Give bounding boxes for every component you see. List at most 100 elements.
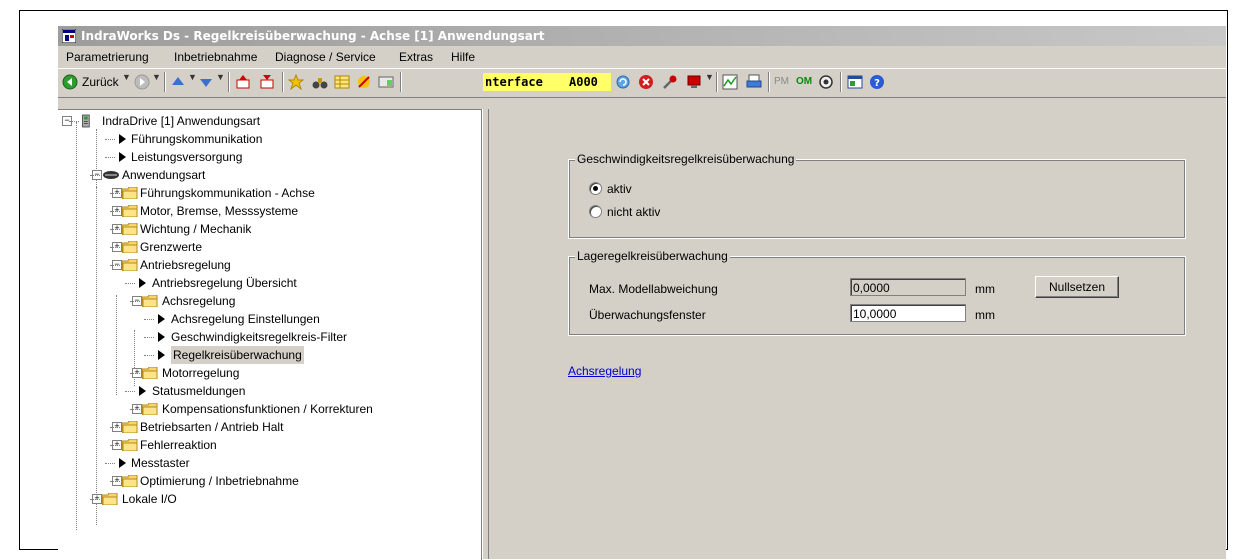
back-button-label[interactable]: Zurück [82,75,119,89]
menu-inbetriebnahme[interactable]: Inbetriebnahme [174,49,257,65]
help-info-icon[interactable]: ? [869,74,885,90]
tree-line [110,193,120,194]
tree-line [76,122,77,530]
play-arrow-icon [139,386,146,396]
down-dropdown-icon[interactable]: ▼ [216,72,225,82]
monitoring-window-unit: mm [975,308,995,322]
forward-arrow-icon[interactable] [134,74,150,90]
up-arrow-icon[interactable] [170,74,186,90]
tree-item-label[interactable]: Führungskommunikation - Achse [140,184,315,202]
up-dropdown-icon[interactable]: ▼ [188,72,197,82]
folder-icon [122,259,138,271]
tree-item-label[interactable]: Führungskommunikation [131,130,262,148]
tree-line [110,265,120,266]
om-button[interactable]: OM [796,76,812,87]
interface-address: A000 [569,75,598,89]
tree-line [110,247,120,248]
error-stop-icon[interactable] [638,74,654,90]
tree-item-label[interactable]: Achsregelung Einstellungen [171,310,320,328]
tree-item-label[interactable]: Messtaster [131,454,190,472]
menu-diagnose-service[interactable]: Diagnose / Service [275,49,376,65]
folder-icon [122,241,138,253]
tree-item-label[interactable]: Optimierung / Inbetriebnahme [140,472,299,490]
play-arrow-icon [119,152,126,162]
radio-nicht-aktiv[interactable] [589,205,602,218]
tree-line [125,283,135,284]
play-arrow-icon [139,278,146,288]
interface-display: nterface A000 [483,73,611,91]
tree-item-label[interactable]: Lokale I/O [122,490,177,508]
tree-item-label[interactable]: Statusmeldungen [152,382,245,400]
binoculars-icon[interactable] [312,74,328,90]
chart-icon[interactable] [722,74,738,90]
play-arrow-icon [158,332,165,342]
radio-nicht-aktiv-label[interactable]: nicht aktiv [607,205,660,219]
device-dropdown-icon[interactable]: ▼ [705,72,714,82]
toolbar-separator [228,72,230,92]
tree-item-label[interactable]: Antriebsregelung [140,256,231,274]
detail-pane: Geschwindigkeitsregelkreisüberwachung ak… [489,109,1226,559]
pane-splitter[interactable] [482,109,489,559]
tree-item-label[interactable]: Leistungsversorgung [131,148,242,166]
tree-item-label[interactable]: Fehlerreaktion [140,436,217,454]
back-dropdown-icon[interactable]: ▼ [122,72,131,82]
play-arrow-icon [119,134,126,144]
tree-item-label[interactable]: IndraDrive [1] Anwendungsart [102,112,260,130]
folder-icon [122,187,138,199]
tree-item-label[interactable]: Wichtung / Mechanik [140,220,251,238]
tree-line [125,391,135,392]
tree-item-label[interactable]: Antriebsregelung Übersicht [152,274,297,292]
max-deviation-label: Max. Modellabweichung [589,282,718,296]
par-upload-icon[interactable] [235,74,251,90]
refresh-icon[interactable] [615,74,631,90]
title-bar: IndraWorks Ds - Regelkreisüberwachung - … [58,26,1226,46]
radio-aktiv-label[interactable]: aktiv [607,182,632,196]
menu-parametrierung[interactable]: Parametrierung [66,49,149,65]
tree-item-label[interactable]: Grenzwerte [140,238,202,256]
svg-text:?: ? [874,78,880,89]
drive-device-icon [82,114,90,128]
tools-icon[interactable] [356,74,372,90]
monitoring-window-input[interactable]: 10,0000 [850,304,966,322]
position-group-title: Lageregelkreisüberwachung [575,249,730,263]
window-title: IndraWorks Ds - Regelkreisüberwachung - … [81,29,545,43]
tree-item-label[interactable]: Motorregelung [162,364,239,382]
menu-hilfe[interactable]: Hilfe [451,49,475,65]
search-icon[interactable] [818,74,834,90]
back-arrow-icon[interactable] [62,74,78,90]
tree-item-label[interactable]: Motor, Bremse, Messsysteme [140,202,298,220]
navigation-tree[interactable]: − IndraDrive [1] Anwendungsart Führungskom… [58,109,482,560]
settings-icon[interactable] [662,74,678,90]
nullsetzen-button[interactable]: Nullsetzen [1035,276,1119,298]
tree-item-label[interactable]: Anwendungsart [122,166,205,184]
window-layout-icon[interactable] [847,74,863,90]
menu-extras[interactable]: Extras [399,49,433,65]
tree-line [144,319,154,320]
tree-item-label[interactable]: Achsregelung [162,292,235,310]
tree-line [130,409,140,410]
tree-line [90,175,100,176]
device-icon[interactable] [686,74,702,90]
radio-aktiv[interactable] [589,182,602,195]
tree-item-label[interactable]: Kompensationsfunktionen / Korrekturen [162,400,373,418]
folder-icon [122,205,138,217]
favorite-star-icon[interactable] [288,74,304,90]
tree-item-label[interactable]: Geschwindigkeitsregelkreis-Filter [171,328,347,346]
tree-item-label[interactable]: Betriebsarten / Antrieb Halt [140,418,283,436]
position-monitoring-group: Lageregelkreisüberwachung Max. Modellabw… [568,249,1186,336]
toolbar-separator [840,72,842,92]
menu-bar: Parametrierung Inbetriebnahme Diagnose /… [58,47,1226,67]
folder-icon [102,493,118,505]
speed-monitoring-group: Geschwindigkeitsregelkreisüberwachung ak… [568,152,1186,239]
table-icon[interactable] [334,74,350,90]
down-arrow-icon[interactable] [198,74,214,90]
forward-dropdown-icon[interactable]: ▼ [152,72,161,82]
tree-item-label[interactable]: Regelkreisüberwachung [171,346,304,364]
pm-button[interactable]: PM [774,76,789,87]
print-icon[interactable] [746,74,762,90]
toolbar-separator [768,72,770,92]
achsregelung-link[interactable]: Achsregelung [568,364,641,378]
tree-line [96,187,97,525]
par-download-icon[interactable] [259,74,275,90]
grid-icon[interactable] [378,74,394,90]
